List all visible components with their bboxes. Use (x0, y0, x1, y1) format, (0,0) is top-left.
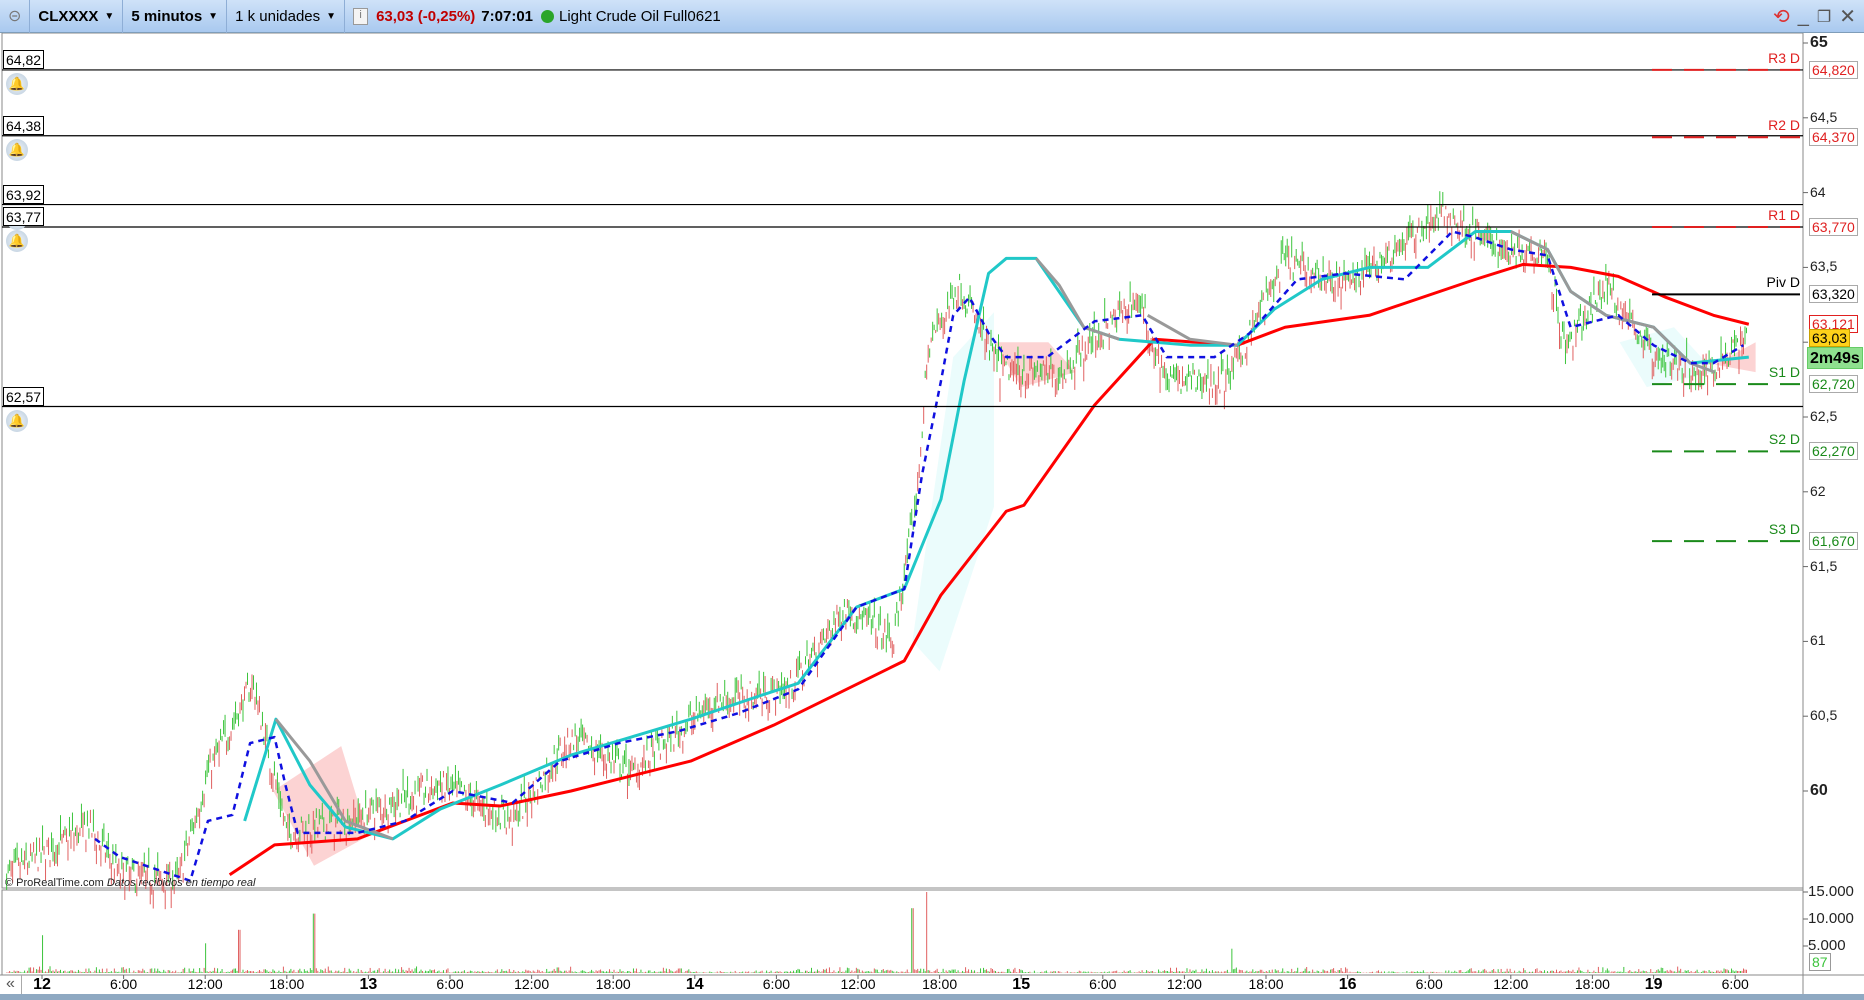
bottom-tab-strip (0, 994, 1864, 1000)
last-price-marker: 63,03 (1809, 328, 1851, 347)
watermark-note: Datos recibidos en tiempo real (106, 877, 256, 889)
x-tick-label: 14 (685, 976, 704, 993)
y-tick-label: 64 (1810, 183, 1826, 200)
volume-tick-label: 10.000 (1808, 910, 1854, 927)
x-tick-label: 15 (1012, 976, 1031, 993)
scroll-left-button[interactable]: « (0, 975, 22, 995)
pivot-label: S1 D (1768, 364, 1800, 381)
x-tick-label: 6:00 (1721, 976, 1749, 992)
instrument-label: CLXXXX (38, 7, 99, 25)
x-tick-label: 12 (33, 976, 51, 993)
last-price-change: 63,03 (-0,25%) (376, 7, 476, 25)
pivot-label: R3 D (1768, 49, 1800, 66)
x-tick-label: 6:00 (1089, 976, 1117, 992)
minimize-icon[interactable]: _ (1798, 5, 1809, 28)
x-tick-label: 18:00 (269, 976, 305, 992)
y-tick-label: 61 (1810, 632, 1826, 649)
bell-icon: 🔔 (6, 138, 28, 161)
alert-price-label: 62,57 (3, 386, 45, 406)
watermark: © ProRealTime.com Datos recibidos en tie… (5, 877, 255, 889)
units-select[interactable]: 1 k unidades ▼ (227, 0, 346, 33)
units-label: 1 k unidades (235, 7, 321, 25)
pivot-label: Piv D (1766, 274, 1800, 291)
pivot-value: 61,670 (1809, 532, 1858, 551)
x-tick-label: 16 (1338, 976, 1357, 993)
info-icon[interactable]: i (353, 7, 369, 25)
chart-toolbar: ⊝ CLXXXX ▼ 5 minutos ▼ 1 k unidades ▼ i 63,… (0, 0, 1864, 33)
watermark-brand: © ProRealTime.com (5, 877, 104, 889)
bell-icon: 🔔 (6, 230, 28, 252)
y-tick-label: 65 (1810, 34, 1828, 51)
pivot-value: 63,320 (1809, 285, 1858, 304)
timeframe-label: 5 minutos (131, 7, 203, 25)
alert-price-label: 63,92 (3, 184, 45, 204)
y-tick-label: 62,5 (1810, 408, 1838, 424)
pivot-label: S3 D (1768, 521, 1800, 538)
y-tick-label: 60,5 (1810, 707, 1838, 724)
bell-icon: 🔔 (6, 409, 28, 432)
alert-price-label: 64,82 (3, 49, 45, 69)
x-tick-label: 6:00 (109, 976, 138, 992)
bell-icon: 🔔 (6, 72, 28, 95)
instrument-select[interactable]: CLXXXX ▼ (30, 0, 124, 33)
timeframe-select[interactable]: 5 minutos ▼ (123, 0, 228, 33)
pivot-label: R2 D (1768, 117, 1800, 134)
alert-price-label: 63,77 (3, 207, 45, 226)
x-tick-label: 6:00 (436, 976, 464, 992)
x-tick-label: 6:00 (762, 976, 791, 992)
refresh-icon[interactable]: ⟲ (1773, 4, 1790, 29)
instrument-name: Light Crude Oil Full0621 (559, 7, 721, 25)
x-tick-label: 18:00 (1574, 976, 1610, 992)
y-tick-label: 60 (1810, 782, 1828, 799)
restore-icon[interactable]: ❐ (1817, 7, 1831, 27)
x-tick-label: 13 (359, 976, 378, 993)
pivot-value: 63,770 (1809, 218, 1858, 236)
y-tick-label: 62 (1810, 482, 1826, 499)
volume-tick-label: 5.000 (1808, 937, 1846, 954)
clock: 7:07:01 (481, 7, 533, 25)
volume-last-value: 87 (1809, 953, 1831, 971)
x-tick-label: 18:00 (595, 976, 631, 992)
pivot-label: R1 D (1768, 207, 1800, 223)
y-tick-label: 64,5 (1810, 108, 1838, 125)
quote-info: i 63,03 (-0,25%) 7:07:01 Light Crude Oil… (345, 0, 729, 33)
x-tick-label: 18:00 (1248, 976, 1284, 992)
x-tick-label: 12:00 (1493, 976, 1529, 992)
status-dot-icon (541, 9, 554, 23)
pivot-label: S2 D (1768, 431, 1800, 448)
pivot-value: 64,370 (1809, 128, 1858, 147)
x-tick-label: 18:00 (922, 976, 958, 992)
pivot-value: 62,720 (1809, 375, 1858, 394)
x-tick-label: 6:00 (1415, 976, 1443, 992)
volume-pane (1, 889, 1804, 976)
link-icon[interactable]: ⊝ (0, 0, 31, 33)
chevron-down-icon: ▼ (326, 10, 337, 22)
chevron-down-icon: ▼ (208, 10, 219, 22)
x-tick-label: 12:00 (187, 976, 223, 992)
close-icon[interactable]: ✕ (1839, 4, 1856, 29)
x-tick-label: 12:00 (514, 976, 550, 992)
x-tick-label: 19 (1644, 976, 1663, 993)
y-tick-label: 63,5 (1810, 258, 1838, 275)
volume-tick-label: 15.000 (1808, 883, 1854, 900)
x-tick-label: 12:00 (1166, 976, 1202, 992)
price-chart[interactable] (0, 33, 1864, 1000)
pivot-value: 62,270 (1809, 442, 1858, 461)
alert-price-label: 64,38 (3, 115, 45, 135)
price-pane (1, 33, 1804, 889)
y-tick-label: 61,5 (1810, 557, 1838, 574)
chevron-down-icon: ▼ (104, 10, 115, 22)
countdown-marker: 2m49s (1807, 346, 1863, 369)
pivot-value: 64,820 (1809, 60, 1858, 79)
x-tick-label: 12:00 (840, 976, 876, 992)
